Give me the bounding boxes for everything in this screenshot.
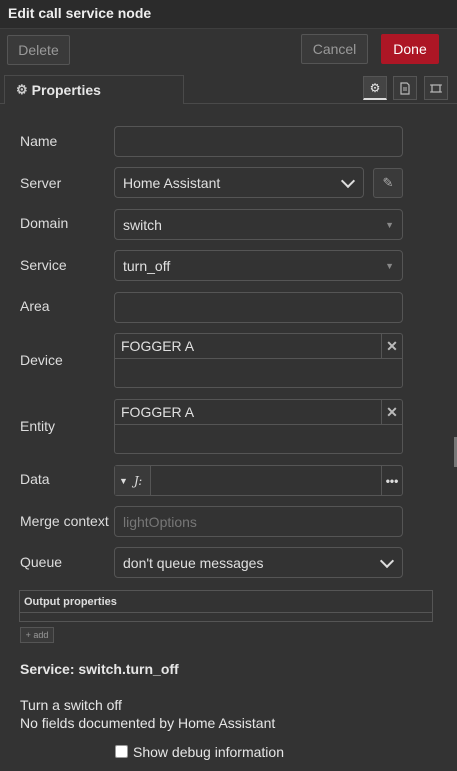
tab-properties-label: Properties — [31, 82, 101, 98]
area-input[interactable] — [114, 292, 403, 323]
service-description: Turn a switch off — [20, 697, 122, 713]
device-chip-label: FOGGER A — [121, 338, 195, 354]
server-select[interactable]: Home Assistant — [114, 167, 364, 198]
entity-chip: FOGGER A ✕ — [115, 400, 402, 425]
add-output-button[interactable]: + add — [20, 627, 54, 643]
close-icon[interactable]: ✕ — [381, 334, 402, 358]
data-type-selector[interactable]: ▼ J: — [115, 466, 151, 495]
domain-select[interactable]: switch ▼ — [114, 209, 403, 240]
queue-select[interactable]: don't queue messages — [114, 547, 403, 578]
data-input[interactable]: ▼ J: ••• — [114, 465, 403, 496]
entity-chip-label: FOGGER A — [121, 404, 195, 420]
cancel-button[interactable]: Cancel — [301, 34, 368, 64]
output-properties-header: Output properties — [20, 591, 432, 613]
debug-label: Show debug information — [133, 744, 284, 760]
device-label: Device — [20, 352, 63, 368]
service-info-title: Service: switch.turn_off — [20, 661, 179, 677]
queue-label: Queue — [20, 554, 63, 570]
close-icon[interactable]: ✕ — [381, 400, 402, 424]
name-input[interactable] — [114, 126, 403, 157]
merge-context-input[interactable]: lightOptions — [114, 506, 403, 537]
area-label: Area — [20, 298, 50, 314]
dialog-title: Edit call service node — [8, 5, 152, 21]
caret-down-icon: ▼ — [385, 219, 394, 230]
chevron-down-icon — [340, 173, 356, 189]
appearance-tab-button[interactable] — [424, 76, 448, 100]
name-label: Name — [20, 133, 58, 149]
service-fields-note: No fields documented by Home Assistant — [20, 715, 276, 731]
output-properties-list: Output properties — [19, 590, 433, 622]
service-select[interactable]: turn_off ▼ — [114, 250, 403, 281]
edit-server-button[interactable]: ✎ — [373, 168, 403, 198]
device-chip: FOGGER A ✕ — [115, 334, 402, 359]
service-value: turn_off — [123, 257, 171, 274]
merge-context-label: Merge context — [20, 513, 109, 529]
frame-icon — [430, 83, 442, 93]
settings-tab-button[interactable]: ⚙ — [363, 76, 387, 100]
gear-icon: ⚙ — [369, 80, 381, 95]
ellipsis-icon: ••• — [385, 473, 399, 488]
service-label: Service — [20, 257, 67, 273]
data-label: Data — [20, 471, 50, 487]
description-tab-button[interactable] — [393, 76, 417, 100]
domain-value: switch — [123, 216, 162, 233]
json-icon: J: — [133, 473, 143, 488]
domain-label: Domain — [20, 215, 69, 231]
chevron-down-icon — [379, 553, 395, 569]
tab-properties[interactable]: ⚙ Properties — [4, 75, 184, 104]
device-selector[interactable]: FOGGER A ✕ — [114, 333, 403, 388]
dialog-header: Edit call service node — [0, 0, 457, 29]
caret-down-icon: ▼ — [119, 475, 128, 486]
done-button[interactable]: Done — [381, 34, 439, 64]
more-options-button[interactable]: ••• — [381, 466, 402, 495]
entity-label: Entity — [20, 418, 56, 434]
caret-down-icon: ▼ — [385, 260, 394, 271]
debug-checkbox[interactable] — [115, 745, 128, 758]
server-label: Server — [20, 175, 62, 191]
queue-value: don't queue messages — [123, 554, 264, 571]
entity-selector[interactable]: FOGGER A ✕ — [114, 399, 403, 454]
delete-button[interactable]: Delete — [7, 35, 70, 65]
gear-icon: ⚙ — [16, 82, 28, 97]
server-value: Home Assistant — [123, 174, 221, 191]
document-icon — [400, 81, 410, 95]
pencil-icon: ✎ — [382, 175, 394, 190]
